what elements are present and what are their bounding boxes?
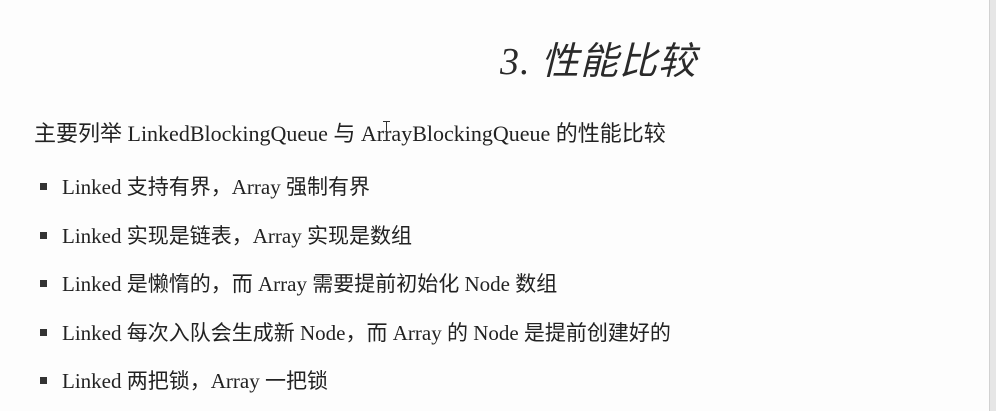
list-item-text: Linked 支持有界，Array 强制有界	[62, 175, 370, 199]
square-bullet-icon	[40, 328, 47, 336]
list-item-text: Linked 是懒惰的，而 Array 需要提前初始化 Node 数组	[62, 272, 558, 296]
list-item: Linked 实现是链表，Array 实现是数组	[40, 221, 671, 270]
square-bullet-icon	[40, 183, 47, 190]
list-item: Linked 每次入队会生成新 Node，而 Array 的 Node 是提前创…	[40, 318, 671, 367]
square-bullet-icon	[40, 377, 47, 384]
list-item-text: Linked 每次入队会生成新 Node，而 Array 的 Node 是提前创…	[62, 320, 671, 345]
square-bullet-icon	[40, 231, 47, 239]
square-bullet-icon	[40, 280, 47, 287]
list-item: Linked 两把锁，Array 一把锁	[40, 366, 671, 411]
bullet-list: Linked 支持有界，Array 强制有界 Linked 实现是链表，Arra…	[40, 172, 671, 411]
text-cursor-icon	[383, 121, 391, 141]
slide-heading: 3. 性能比较	[500, 41, 698, 83]
list-item-text: Linked 实现是链表，Array 实现是数组	[62, 223, 412, 248]
list-item-text: Linked 两把锁，Array 一把锁	[62, 369, 328, 393]
list-item: Linked 是懒惰的，而 Array 需要提前初始化 Node 数组	[40, 269, 671, 318]
intro-text: 主要列举 LinkedBlockingQueue 与 ArrayBlocking…	[34, 121, 666, 146]
list-item: Linked 支持有界，Array 强制有界	[40, 172, 671, 221]
window-right-edge	[989, 0, 996, 411]
slide-page: 3. 性能比较 主要列举 LinkedBlockingQueue 与 Array…	[0, 0, 990, 411]
